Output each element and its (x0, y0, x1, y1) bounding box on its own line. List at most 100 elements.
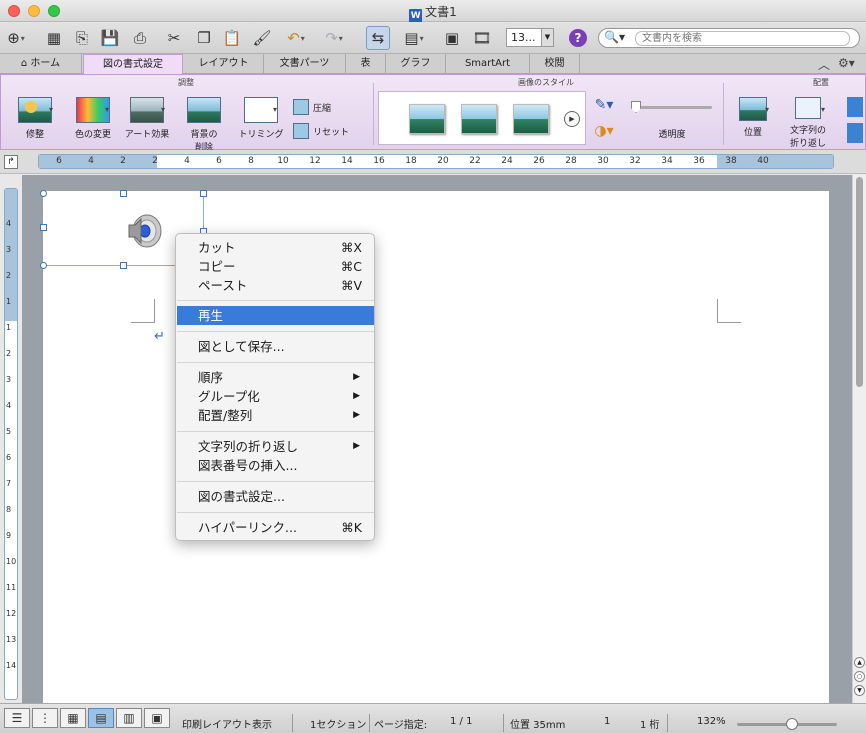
compress-button[interactable]: 圧縮 (293, 99, 331, 115)
horizontal-ruler[interactable]: 6 4 2 2 4 6 8 10 12 14 16 18 20 22 24 26 28 30 32 34 36 38 40 (38, 154, 834, 169)
menu-item-wrap-text[interactable]: 文字列の折り返し ▶ (177, 437, 374, 456)
menu-item-play[interactable]: 再生 (177, 306, 374, 325)
transparency-slider[interactable] (634, 106, 712, 109)
tab-chart[interactable]: グラフ (386, 54, 446, 74)
new-document-icon[interactable]: ⊕ (4, 26, 28, 50)
resize-handle[interactable] (40, 190, 47, 197)
resize-handle[interactable] (40, 224, 47, 231)
wrap-text-icon (795, 97, 821, 119)
copy-icon[interactable]: ❐ (192, 26, 216, 50)
more-styles-icon[interactable]: ▶ (564, 111, 580, 127)
menu-item-paste[interactable]: ペースト ⌘V (177, 276, 374, 295)
chevron-down-icon[interactable]: ▾ (765, 105, 769, 114)
menu-item-order[interactable]: 順序 ▶ (177, 368, 374, 387)
picture-effects-icon[interactable]: ◑▾ (589, 123, 619, 139)
vertical-ruler[interactable]: 4 3 2 1 1 2 3 4 5 6 7 8 9 10 11 12 13 14 (4, 188, 18, 700)
picture-style-1[interactable] (409, 104, 445, 134)
arrange-more-icon-2[interactable] (847, 123, 863, 143)
menu-separator (177, 362, 374, 363)
chevron-down-icon[interactable]: ▾ (821, 105, 825, 114)
window-title: 文書1 (425, 5, 457, 19)
menu-item-align[interactable]: 配置/整列 ▶ (177, 406, 374, 425)
artistic-effects-button[interactable]: アート効果 (121, 97, 173, 140)
draft-view-icon[interactable]: ☰ (4, 708, 30, 728)
publishing-view-icon[interactable]: ▦ (60, 708, 86, 728)
tab-home[interactable]: ⌂ ホーム (0, 54, 82, 74)
outline-view-icon[interactable]: ⋮ (32, 708, 58, 728)
focus-view-icon[interactable]: ▣ (144, 708, 170, 728)
chevron-down-icon[interactable]: ▾ (105, 105, 109, 114)
picture-style-3[interactable] (513, 104, 549, 134)
resize-handle[interactable] (120, 262, 127, 269)
zoom-combobox[interactable]: 13... ▼ (506, 28, 554, 47)
next-page-icon[interactable]: ▼ (854, 685, 865, 696)
menu-item-copy[interactable]: コピー ⌘C (177, 257, 374, 276)
previous-page-icon[interactable]: ▲ (854, 657, 865, 668)
format-painter-icon[interactable]: 🖌 (250, 26, 274, 50)
status-divider (503, 714, 504, 732)
menu-item-hyperlink[interactable]: ハイパーリンク... ⌘K (177, 518, 374, 537)
notebook-view-icon[interactable]: ▥ (116, 708, 142, 728)
reset-icon (293, 123, 309, 139)
undo-icon[interactable]: ↶ (284, 26, 308, 50)
remove-background-button[interactable]: 背景の 削除 (181, 97, 227, 153)
tab-picture-format[interactable]: 図の書式設定 (83, 54, 183, 74)
tab-stop-selector-icon[interactable]: ↱ (4, 155, 18, 169)
resize-handle[interactable] (40, 262, 47, 269)
menu-item-format-picture[interactable]: 図の書式設定... (177, 487, 374, 506)
ruler-tick-label: 20 (437, 156, 449, 166)
corrections-button[interactable]: 修整 (11, 97, 59, 140)
transparency-slider-knob[interactable] (631, 101, 641, 113)
resize-handle[interactable] (200, 190, 207, 197)
help-icon[interactable]: ? (569, 29, 587, 47)
sidebar-icon[interactable]: ▤ (402, 26, 426, 50)
search-icon[interactable]: 🔍▾ (604, 30, 625, 44)
gear-icon[interactable]: ⚙▾ (838, 56, 855, 70)
menu-item-cut[interactable]: カット ⌘X (177, 238, 374, 257)
collapse-ribbon-icon[interactable]: ︿ (818, 56, 830, 73)
reset-picture-button[interactable]: リセット (293, 123, 349, 139)
print-layout-view-icon[interactable]: ▤ (88, 708, 114, 728)
chevron-down-icon[interactable]: ▾ (49, 105, 53, 114)
picture-border-icon[interactable]: ✎▾ (589, 97, 619, 113)
vertical-scrollbar[interactable]: ▲ ○ ▼ (852, 175, 866, 703)
document-page[interactable]: ↵ (40, 190, 829, 703)
chevron-down-icon[interactable]: ▾ (161, 105, 165, 114)
paste-icon[interactable]: 📋 (220, 26, 244, 50)
open-icon[interactable]: ⎘ (70, 26, 94, 50)
chevron-down-icon[interactable]: ▼ (541, 29, 553, 46)
gallery-icon[interactable]: ▦ (42, 26, 66, 50)
wrap-text-button[interactable]: 文字列の 折り返し (783, 97, 833, 149)
vertical-ruler-tick-label: 5 (6, 427, 12, 436)
tab-review[interactable]: 校閲 (530, 54, 580, 74)
menu-item-group[interactable]: グループ化 ▶ (177, 387, 374, 406)
scrollbar-thumb[interactable] (856, 177, 863, 387)
resize-handle[interactable] (120, 190, 127, 197)
arrange-more-icon[interactable] (847, 97, 863, 117)
redo-icon[interactable]: ↷ (322, 26, 346, 50)
print-icon[interactable]: ⎙ (128, 26, 152, 50)
chevron-down-icon[interactable]: ▾ (273, 105, 277, 114)
navigation-pane-icon[interactable]: ⇆ (366, 26, 390, 50)
crop-button[interactable]: トリミング (235, 97, 287, 140)
cut-icon[interactable]: ✂ (162, 26, 186, 50)
picture-style-2[interactable] (461, 104, 497, 134)
tab-layout[interactable]: レイアウト (184, 54, 264, 74)
search-input[interactable] (635, 31, 850, 46)
ribbon-picture-format: 調整 画像のスタイル 配置 修整 ▾ 色の変更 ▾ アート効果 ▾ 背景の 削除… (0, 74, 866, 153)
menu-item-insert-caption[interactable]: 図表番号の挿入... (177, 456, 374, 475)
tab-document-parts[interactable]: 文書パーツ (264, 54, 346, 74)
toolbox-icon[interactable]: ▣ (440, 26, 464, 50)
vertical-ruler-tick-label: 13 (6, 635, 17, 644)
media-browser-icon[interactable]: 🎞 (470, 26, 494, 50)
vertical-ruler-tick-label: 1 (6, 297, 12, 306)
menu-item-save-as-picture[interactable]: 図として保存... (177, 337, 374, 356)
browse-object-icon[interactable]: ○ (854, 671, 865, 682)
zoom-slider-knob[interactable] (786, 718, 798, 730)
speaker-icon[interactable] (125, 211, 165, 251)
position-button[interactable]: 位置 (731, 97, 775, 138)
recolor-button[interactable]: 色の変更 (67, 97, 119, 140)
tab-table[interactable]: 表 (346, 54, 386, 74)
save-icon[interactable]: 💾 (98, 26, 122, 50)
tab-smartart[interactable]: SmartArt (446, 54, 530, 74)
